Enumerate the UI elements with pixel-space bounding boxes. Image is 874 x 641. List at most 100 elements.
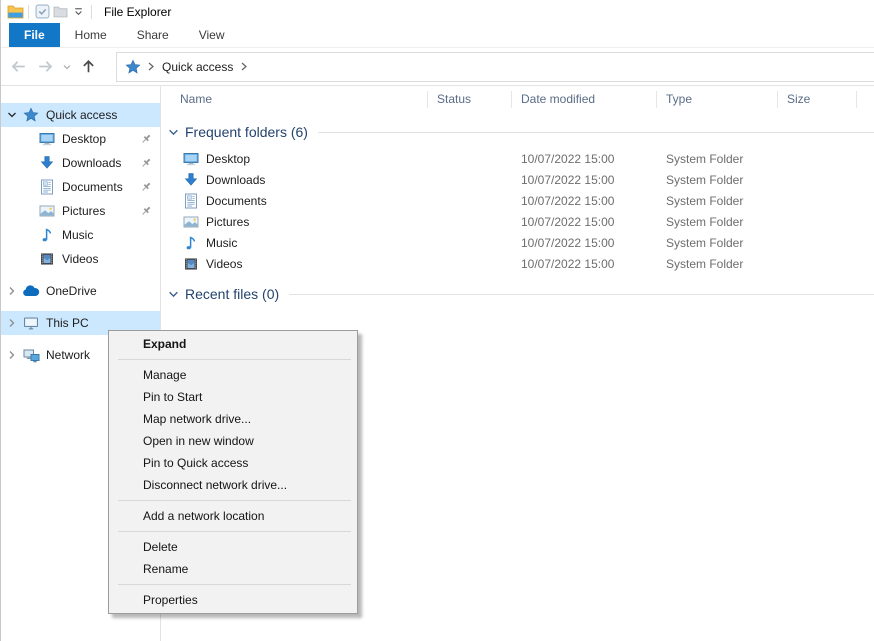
onedrive-icon <box>22 283 40 299</box>
sidebar-item-documents[interactable]: Documents <box>1 175 160 199</box>
file-name-label: Videos <box>206 257 242 271</box>
file-name-cell: Documents <box>161 193 428 209</box>
ribbon-tabs: FileHomeShareView <box>1 23 874 48</box>
sidebar-item-label: Network <box>46 348 90 362</box>
column-header-label: Size <box>787 92 810 106</box>
file-row-videos[interactable]: Videos10/07/2022 15:00System Folder <box>161 253 874 274</box>
file-name-label: Downloads <box>206 173 265 187</box>
menu-item-disconnect-network-drive[interactable]: Disconnect network drive... <box>109 474 357 496</box>
column-header-size[interactable]: Size <box>778 86 857 112</box>
group-rule <box>289 294 874 295</box>
column-header-label: Name <box>180 92 212 106</box>
file-date-modified-cell: 10/07/2022 15:00 <box>512 236 657 250</box>
file-row-downloads[interactable]: Downloads10/07/2022 15:00System Folder <box>161 169 874 190</box>
file-date-modified-cell: 10/07/2022 15:00 <box>512 257 657 271</box>
file-name-cell: Desktop <box>161 151 428 167</box>
sidebar-item-quick-access[interactable]: Quick access <box>1 103 160 127</box>
quick-access-star-icon <box>124 58 142 76</box>
menu-item-manage[interactable]: Manage <box>109 364 357 386</box>
expand-chevron-icon[interactable] <box>6 286 17 296</box>
menu-item-delete[interactable]: Delete <box>109 536 357 558</box>
file-date-modified-cell: 10/07/2022 15:00 <box>512 152 657 166</box>
tab-share[interactable]: Share <box>122 23 184 47</box>
thispc-icon <box>22 315 40 331</box>
group-header-label: Recent files (0) <box>185 286 279 302</box>
menu-separator <box>118 500 351 501</box>
tab-file[interactable]: File <box>9 23 60 47</box>
pin-icon <box>140 205 152 220</box>
downloads-icon <box>183 172 199 188</box>
group-collapse-chevron-icon[interactable] <box>168 127 179 138</box>
videos-icon <box>38 251 56 267</box>
file-row-documents[interactable]: Documents 10/07/2022 15:00System Folder <box>161 190 874 211</box>
group-header-recent-files[interactable]: Recent files (0) <box>168 284 874 304</box>
tab-home[interactable]: Home <box>60 23 122 47</box>
file-explorer-window: File Explorer FileHomeShareView Quick ac… <box>0 0 874 641</box>
column-header-type[interactable]: Type <box>657 86 778 112</box>
breadcrumb-segment[interactable]: Quick access <box>160 60 235 74</box>
file-name-label: Music <box>206 236 237 250</box>
address-bar[interactable]: Quick access <box>116 52 874 82</box>
file-row-pictures[interactable]: Pictures10/07/2022 15:00System Folder <box>161 211 874 232</box>
pictures-icon <box>38 203 56 219</box>
menu-item-properties[interactable]: Properties <box>109 589 357 611</box>
desktop-icon <box>183 151 199 167</box>
window-title: File Explorer <box>104 5 171 19</box>
sidebar-item-desktop[interactable]: Desktop <box>1 127 160 151</box>
desktop-icon <box>38 131 56 147</box>
column-header-status[interactable]: Status <box>428 86 512 112</box>
forward-button[interactable] <box>32 53 59 80</box>
file-type-cell: System Folder <box>657 194 778 208</box>
group-collapse-chevron-icon[interactable] <box>168 289 179 300</box>
group-header-frequent-folders[interactable]: Frequent folders (6) <box>168 122 874 142</box>
menu-item-expand[interactable]: Expand <box>109 333 357 355</box>
sidebar-item-downloads[interactable]: Downloads <box>1 151 160 175</box>
column-header-name[interactable]: Name <box>161 86 428 112</box>
documents-icon <box>183 193 199 209</box>
music-icon <box>183 235 199 251</box>
menu-item-open-in-new-window[interactable]: Open in new window <box>109 430 357 452</box>
recent-locations-chevron-icon[interactable] <box>59 53 75 80</box>
file-type-cell: System Folder <box>657 152 778 166</box>
sidebar-item-music[interactable]: Music <box>1 223 160 247</box>
sidebar-item-label: Desktop <box>62 132 106 146</box>
sidebar-item-videos[interactable]: Videos <box>1 247 160 271</box>
column-header-date-modified[interactable]: Date modified <box>512 86 657 112</box>
new-folder-icon[interactable] <box>51 3 69 21</box>
music-icon <box>38 227 56 243</box>
tab-view[interactable]: View <box>184 23 240 47</box>
quick-access-star-icon <box>22 107 40 123</box>
column-header-label: Type <box>666 92 692 106</box>
file-name-label: Pictures <box>206 215 249 229</box>
expand-chevron-icon[interactable] <box>6 318 17 328</box>
menu-item-pin-to-quick-access[interactable]: Pin to Quick access <box>109 452 357 474</box>
breadcrumb-chevron-icon[interactable] <box>147 61 155 72</box>
file-name-cell: Pictures <box>161 214 428 230</box>
breadcrumb-chevron-icon[interactable] <box>240 61 248 72</box>
file-name-cell: Music <box>161 235 428 251</box>
file-row-desktop[interactable]: Desktop 10/07/2022 15:00System Folder <box>161 148 874 169</box>
file-row-music[interactable]: Music10/07/2022 15:00System Folder <box>161 232 874 253</box>
customize-toolbar-chevron-icon[interactable] <box>69 3 87 21</box>
menu-item-rename[interactable]: Rename <box>109 558 357 580</box>
back-button[interactable] <box>5 53 32 80</box>
properties-check-icon[interactable] <box>33 3 51 21</box>
menu-item-map-network-drive[interactable]: Map network drive... <box>109 408 357 430</box>
file-name-label: Desktop <box>206 152 250 166</box>
file-type-cell: System Folder <box>657 173 778 187</box>
title-bar: File Explorer <box>1 0 874 23</box>
sidebar-item-label: Pictures <box>62 204 105 218</box>
collapse-chevron-icon[interactable] <box>6 110 17 120</box>
pin-icon <box>140 181 152 196</box>
menu-item-pin-to-start[interactable]: Pin to Start <box>109 386 357 408</box>
file-date-modified-cell: 10/07/2022 15:00 <box>512 215 657 229</box>
menu-item-add-a-network-location[interactable]: Add a network location <box>109 505 357 527</box>
sidebar-item-label: Downloads <box>62 156 121 170</box>
up-button[interactable] <box>75 53 102 80</box>
sidebar-item-pictures[interactable]: Pictures <box>1 199 160 223</box>
expand-chevron-icon[interactable] <box>6 350 17 360</box>
sidebar-item-onedrive[interactable]: OneDrive <box>1 279 160 303</box>
sidebar-item-label: This PC <box>46 316 89 330</box>
sidebar-item-label: OneDrive <box>46 284 97 298</box>
file-date-modified-cell: 10/07/2022 15:00 <box>512 194 657 208</box>
